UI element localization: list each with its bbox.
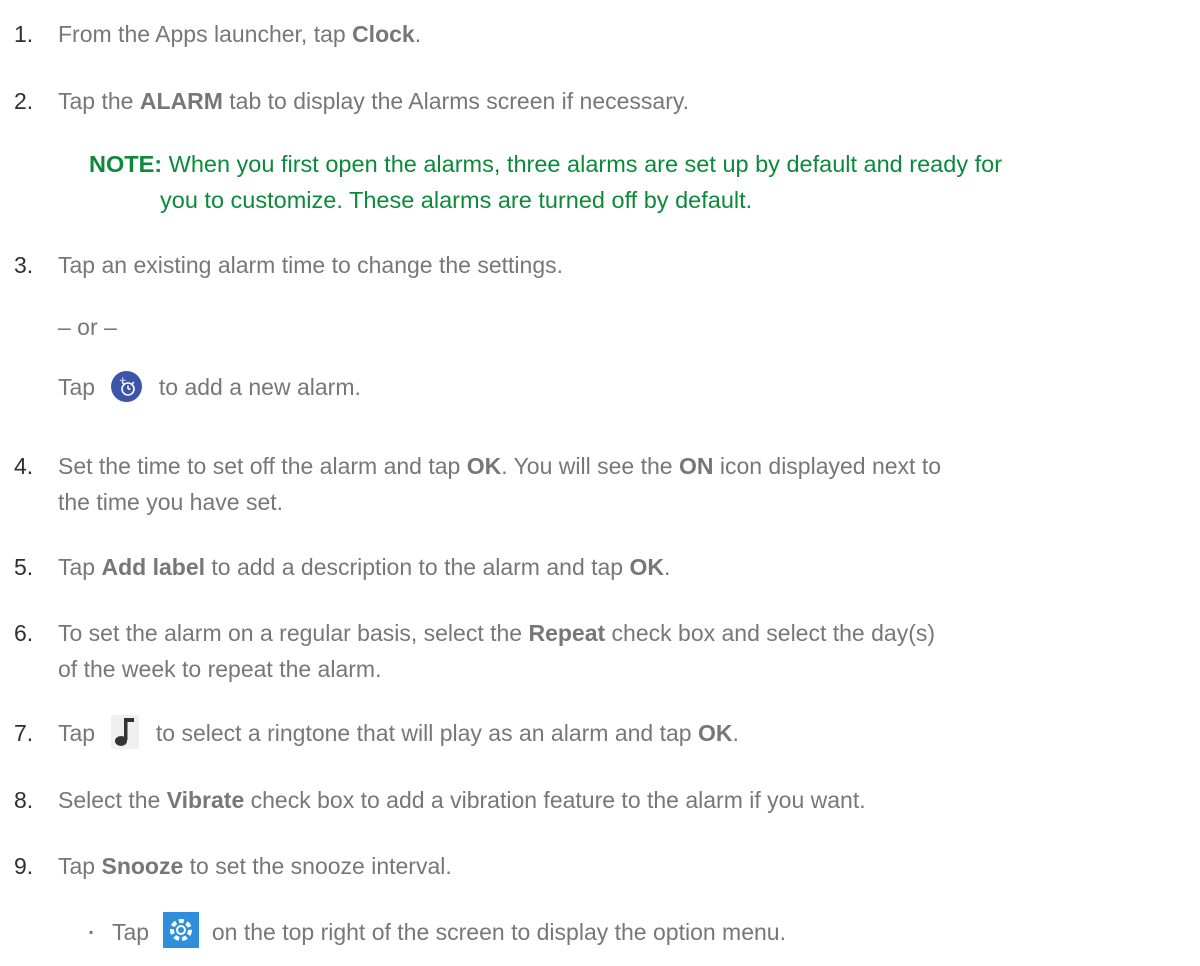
step-number: 6. bbox=[14, 620, 34, 646]
bullet-text: Tap bbox=[112, 919, 156, 945]
step-keyword: Add label bbox=[101, 554, 205, 580]
step-number: 4. bbox=[14, 453, 34, 479]
step-number: 7. bbox=[14, 720, 34, 746]
add-alarm-instruction: Tap + to add a new alarm. bbox=[0, 369, 1190, 405]
note-text-line2: you to customize. These alarms are turne… bbox=[160, 187, 753, 213]
step-text: to add a description to the alarm and ta… bbox=[205, 554, 630, 580]
step-text-line2: of the week to repeat the alarm. bbox=[58, 656, 382, 682]
bullet-marker: ▪ bbox=[89, 925, 94, 939]
step-keyword: Clock bbox=[352, 21, 415, 47]
step-5: 5. Tap Add label to add a description to… bbox=[0, 549, 1190, 585]
step-text: Tap bbox=[58, 853, 102, 879]
step-text: Tap bbox=[58, 720, 102, 746]
step-7: 7. Tap to select a ringtone that will pl… bbox=[0, 714, 1190, 752]
step-text: . bbox=[664, 554, 671, 580]
step-text: to select a ringtone that will play as a… bbox=[149, 720, 698, 746]
step-text: check box and select the day(s) bbox=[605, 620, 936, 646]
step-3: 3. Tap an existing alarm time to change … bbox=[0, 247, 1190, 283]
instruction-text: Tap bbox=[58, 374, 102, 400]
step-4: 4. Set the time to set off the alarm and… bbox=[0, 448, 1190, 520]
note-text-line1: When you first open the alarms, three al… bbox=[162, 151, 1003, 177]
step-text: tab to display the Alarms screen if nece… bbox=[222, 88, 690, 114]
step-text: Tap bbox=[58, 554, 102, 580]
or-text: – or – bbox=[58, 314, 117, 340]
ringtone-note-icon bbox=[111, 714, 140, 749]
step-keyword: ON bbox=[678, 453, 714, 479]
step-text: icon displayed next to bbox=[713, 453, 942, 479]
step-number: 1. bbox=[14, 21, 34, 47]
or-separator: – or – bbox=[0, 309, 1190, 345]
step-1: 1. From the Apps launcher, tap Clock. bbox=[0, 16, 1190, 52]
step-keyword: OK bbox=[466, 453, 502, 479]
step-text: Tap the bbox=[58, 88, 140, 114]
step-keyword: OK bbox=[629, 554, 665, 580]
step-text: Set the time to set off the alarm and ta… bbox=[58, 453, 467, 479]
step-text: Select the bbox=[58, 787, 167, 813]
bullet-text: on the top right of the screen to displa… bbox=[205, 919, 786, 945]
step-number: 2. bbox=[14, 88, 34, 114]
step-number: 5. bbox=[14, 554, 34, 580]
step-number: 3. bbox=[14, 252, 34, 278]
step-text: Tap an existing alarm time to change the… bbox=[58, 252, 564, 278]
step-9: 9. Tap Snooze to set the snooze interval… bbox=[0, 848, 1190, 884]
step-keyword: OK bbox=[697, 720, 733, 746]
sub-bullet: ▪ Tap on the top right of the screen to … bbox=[0, 911, 1190, 952]
step-number: 8. bbox=[14, 787, 34, 813]
step-keyword: Vibrate bbox=[166, 787, 245, 813]
step-keyword: Repeat bbox=[528, 620, 606, 646]
step-text: From the Apps launcher, tap bbox=[58, 21, 353, 47]
step-text: to set the snooze interval. bbox=[183, 853, 452, 879]
add-alarm-icon: + bbox=[111, 371, 143, 403]
step-keyword: Snooze bbox=[101, 853, 184, 879]
step-6: 6. To set the alarm on a regular basis, … bbox=[0, 615, 1190, 687]
note-box: NOTE: When you first open the alarms, th… bbox=[89, 146, 1189, 218]
step-text: . You will see the bbox=[501, 453, 679, 479]
step-2: 2. Tap the ALARM tab to display the Alar… bbox=[0, 83, 1190, 119]
step-number: 9. bbox=[14, 853, 34, 879]
settings-gear-icon bbox=[163, 911, 200, 948]
step-keyword: ALARM bbox=[139, 88, 223, 114]
step-8: 8. Select the Vibrate check box to add a… bbox=[0, 782, 1190, 818]
step-text: . bbox=[414, 21, 422, 47]
step-text: check box to add a vibration feature to … bbox=[244, 787, 866, 813]
svg-text:+: + bbox=[119, 376, 127, 386]
step-text-line2: the time you have set. bbox=[58, 489, 284, 515]
step-text: To set the alarm on a regular basis, sel… bbox=[58, 620, 529, 646]
note-label: NOTE: bbox=[89, 151, 163, 177]
step-text: . bbox=[732, 720, 739, 746]
instruction-text: to add a new alarm. bbox=[152, 374, 361, 400]
